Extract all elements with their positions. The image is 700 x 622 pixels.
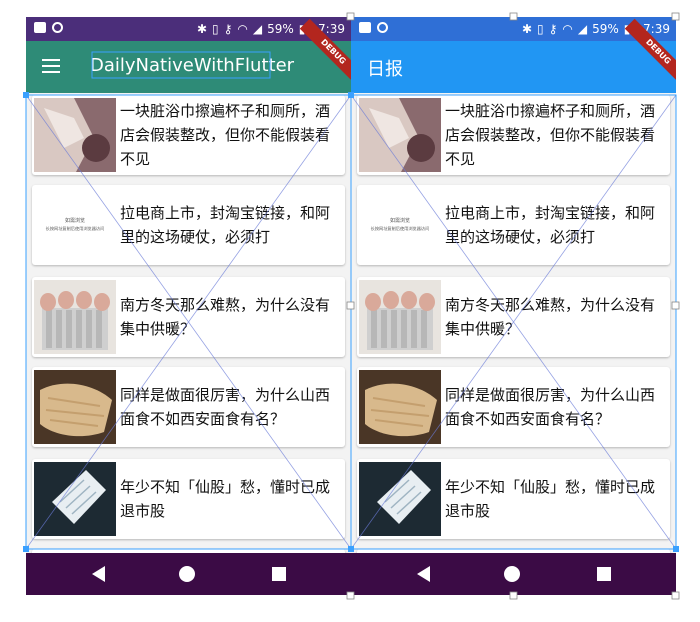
home-icon[interactable]	[504, 566, 520, 582]
article-title: 南方冬天那么难熬，为什么没有集中供暖？	[120, 296, 331, 338]
towel-photo	[34, 98, 116, 172]
article-title: 拉电商上市，封淘宝链接，和阿里的这场硬仗，必须打	[120, 204, 331, 246]
svg-text:如需浏览: 如需浏览	[390, 217, 410, 224]
article-list[interactable]: 一块脏浴巾擦遍杯子和厕所，酒店会假装整改，但你不能假装看不见 如需浏览 长按网址复…	[26, 95, 351, 555]
recent-apps-icon[interactable]	[597, 567, 611, 581]
text-placeholder-image: 如需浏览长按网址复制后使用浏览器访问	[359, 188, 441, 262]
stock-paper-photo	[359, 462, 441, 536]
article-title: 同样是做面很厉害，为什么山西面食不如西安面食有名？	[445, 386, 656, 428]
menu-icon[interactable]	[42, 59, 60, 73]
noodle-photo	[34, 370, 116, 444]
wifi-icon: ◠	[562, 22, 573, 36]
article-title: 南方冬天那么难熬，为什么没有集中供暖？	[445, 296, 656, 338]
wifi-icon: ◠	[237, 22, 248, 36]
article-title: 拉电商上市，封淘宝链接，和阿里的这场硬仗，必须打	[445, 204, 656, 246]
navigation-bar	[26, 553, 351, 595]
bluetooth-icon: ✱	[196, 22, 207, 36]
article-card[interactable]: 同样是做面很厉害，为什么山西面食不如西安面食有名？	[32, 367, 345, 447]
svg-text:如需浏览: 如需浏览	[65, 217, 85, 224]
radiator-photo	[34, 280, 116, 354]
vibrate-icon: ▯	[212, 22, 219, 36]
battery-percent: 59%	[267, 22, 294, 36]
radiator-photo	[359, 280, 441, 354]
image-icon	[34, 22, 46, 33]
key-icon: ⚷	[548, 22, 558, 36]
image-icon	[359, 22, 371, 33]
right-phone-screen: ✱ ▯ ⚷ ◠ ◢ 59% ▮ 17:39 日报 DEBUG 一块脏浴巾擦遍杯子…	[351, 17, 676, 595]
article-title: 同样是做面很厉害，为什么山西面食不如西安面食有名？	[120, 386, 331, 428]
left-phone-screen: ✱ ▯ ⚷ ◠ ◢ 59% ▮ 17:39 DailyNativeWithFlu…	[26, 17, 351, 595]
text-placeholder-image: 如需浏览长按网址复制后使用浏览器访问	[34, 188, 116, 262]
app-title: DailyNativeWithFlutter	[90, 55, 295, 76]
article-card[interactable]: 年少不知「仙股」愁，懂时已成退市股	[32, 459, 345, 539]
article-card[interactable]: 南方冬天那么难熬，为什么没有集中供暖？	[32, 277, 345, 357]
circle-icon	[52, 22, 63, 33]
article-card[interactable]: 南方冬天那么难熬，为什么没有集中供暖？	[357, 277, 670, 357]
back-icon[interactable]	[417, 566, 430, 582]
svg-text:长按网址复制后使用浏览器访问: 长按网址复制后使用浏览器访问	[371, 225, 430, 232]
svg-text:长按网址复制后使用浏览器访问: 长按网址复制后使用浏览器访问	[46, 225, 105, 232]
app-bar: 日报 DEBUG	[351, 18, 676, 93]
battery-percent: 59%	[592, 22, 619, 36]
circle-icon	[377, 22, 388, 33]
article-card[interactable]: 年少不知「仙股」愁，懂时已成退市股	[357, 459, 670, 539]
home-icon[interactable]	[179, 566, 195, 582]
signal-icon: ◢	[577, 22, 588, 36]
article-card[interactable]: 如需浏览 长按网址复制后使用浏览器访问 拉电商上市，封淘宝链接，和阿里的这场硬仗，…	[357, 185, 670, 265]
signal-icon: ◢	[252, 22, 263, 36]
stock-paper-photo	[34, 462, 116, 536]
app-title: 日报	[367, 59, 403, 80]
app-bar: DailyNativeWithFlutter DEBUG	[26, 18, 351, 93]
navigation-bar	[351, 553, 676, 595]
towel-photo	[359, 98, 441, 172]
article-title: 年少不知「仙股」愁，懂时已成退市股	[120, 478, 331, 520]
article-title: 一块脏浴巾擦遍杯子和厕所，酒店会假装整改，但你不能假装看不见	[120, 102, 331, 168]
article-card[interactable]: 一块脏浴巾擦遍杯子和厕所，酒店会假装整改，但你不能假装看不见	[32, 95, 345, 175]
article-list[interactable]: 一块脏浴巾擦遍杯子和厕所，酒店会假装整改，但你不能假装看不见 如需浏览 长按网址复…	[351, 95, 676, 555]
article-title: 年少不知「仙股」愁，懂时已成退市股	[445, 478, 656, 520]
back-icon[interactable]	[92, 566, 105, 582]
key-icon: ⚷	[223, 22, 233, 36]
bluetooth-icon: ✱	[521, 22, 532, 36]
noodle-photo	[359, 370, 441, 444]
article-card[interactable]: 同样是做面很厉害，为什么山西面食不如西安面食有名？	[357, 367, 670, 447]
article-title: 一块脏浴巾擦遍杯子和厕所，酒店会假装整改，但你不能假装看不见	[445, 102, 656, 168]
article-card[interactable]: 一块脏浴巾擦遍杯子和厕所，酒店会假装整改，但你不能假装看不见	[357, 95, 670, 175]
article-card[interactable]: 如需浏览 长按网址复制后使用浏览器访问 拉电商上市，封淘宝链接，和阿里的这场硬仗，…	[32, 185, 345, 265]
vibrate-icon: ▯	[537, 22, 544, 36]
recent-apps-icon[interactable]	[272, 567, 286, 581]
